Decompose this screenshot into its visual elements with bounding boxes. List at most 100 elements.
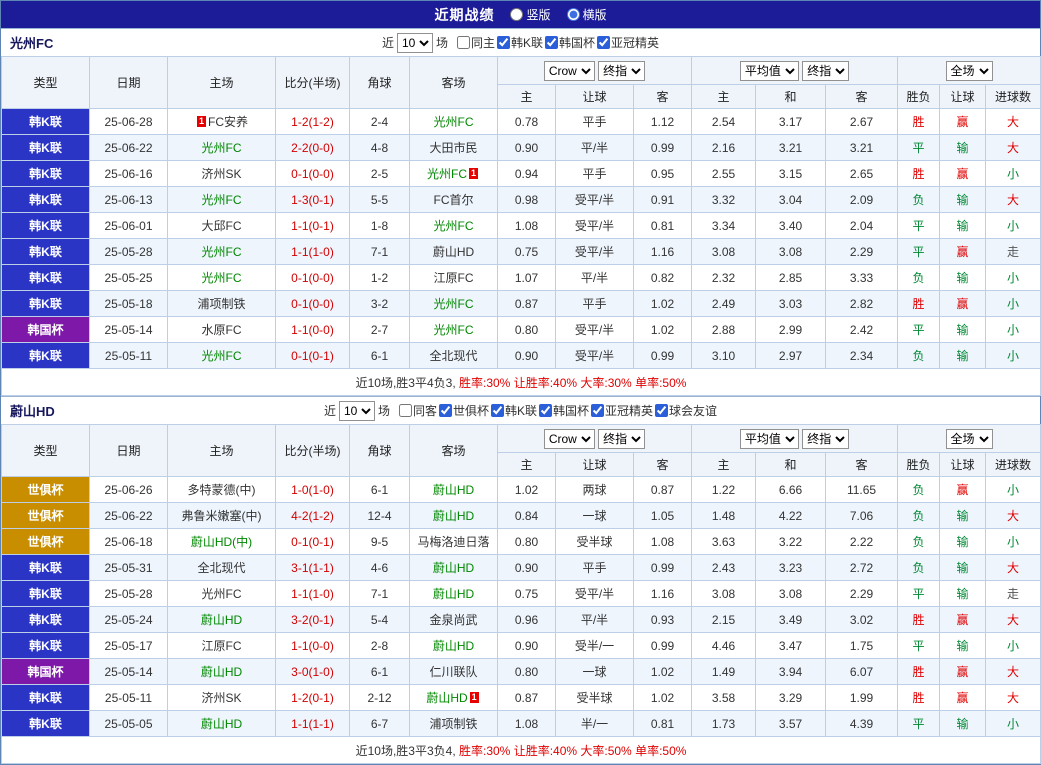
- away-team: FC首尔: [410, 187, 498, 213]
- avg-home: 1.73: [692, 711, 756, 737]
- odds-home: 1.08: [498, 213, 556, 239]
- competition-badge: 韩K联: [2, 187, 90, 213]
- match-date: 25-06-01: [90, 213, 168, 239]
- bookmaker-select[interactable]: Crow: [544, 61, 595, 81]
- filter-checkbox[interactable]: 世俱杯: [439, 402, 489, 419]
- score: 0-1(0-0): [276, 161, 350, 187]
- avg-home: 2.43: [692, 555, 756, 581]
- filter-checkbox[interactable]: 同客: [399, 402, 437, 419]
- subcol-result: 胜负: [898, 85, 940, 109]
- filter-checkbox-label: 亚冠精英: [611, 34, 659, 51]
- avg-time-select[interactable]: 终指: [802, 429, 849, 449]
- competition-badge: 韩国杯: [2, 659, 90, 685]
- corners: 7-1: [350, 239, 410, 265]
- recent-results-panel: 近期战绩 竖版 横版 光州FC 近 10 场 同主韩K联韩国杯亚冠精英: [0, 0, 1041, 765]
- filter-checkbox-input[interactable]: [491, 404, 504, 417]
- average-select[interactable]: 平均值: [740, 429, 799, 449]
- filter-checkbox-input[interactable]: [545, 36, 558, 49]
- filter-checkbox[interactable]: 韩K联: [497, 34, 543, 51]
- filter-checkbox-label: 亚冠精英: [605, 402, 653, 419]
- odds-away: 0.99: [634, 135, 692, 161]
- odds-home: 0.80: [498, 659, 556, 685]
- subcol-odds-home: 主: [498, 453, 556, 477]
- scope-select[interactable]: 全场: [946, 429, 993, 449]
- filter-checkbox[interactable]: 球会友谊: [655, 402, 717, 419]
- odds-handicap: 受半球: [556, 685, 634, 711]
- horizontal-view-radio[interactable]: [567, 8, 580, 21]
- average-select[interactable]: 平均值: [740, 61, 799, 81]
- score: 4-2(1-2): [276, 503, 350, 529]
- filter-checkbox-input[interactable]: [497, 36, 510, 49]
- team-label: 大田市民: [429, 141, 477, 155]
- away-team: 大田市民: [410, 135, 498, 161]
- away-team: 蔚山HD: [410, 239, 498, 265]
- odds-time-select[interactable]: 终指: [598, 61, 645, 81]
- avg-away: 2.04: [826, 213, 898, 239]
- avg-home: 2.32: [692, 265, 756, 291]
- result-handicap: 输: [940, 581, 986, 607]
- team-label: 光州FC: [434, 115, 474, 129]
- result-outcome: 负: [898, 477, 940, 503]
- match-date: 25-06-13: [90, 187, 168, 213]
- score: 1-1(1-1): [276, 711, 350, 737]
- filter-checkbox-input[interactable]: [439, 404, 452, 417]
- league-filter-checkboxes: 同主韩K联韩国杯亚冠精英: [457, 34, 659, 51]
- filter-checkbox[interactable]: 亚冠精英: [597, 34, 659, 51]
- score: 1-2(1-2): [276, 109, 350, 135]
- avg-draw: 3.47: [756, 633, 826, 659]
- scope-select[interactable]: 全场: [946, 61, 993, 81]
- summary-segment: 让胜率:40%: [514, 744, 581, 758]
- avg-away: 2.34: [826, 343, 898, 369]
- odds-away: 1.16: [634, 239, 692, 265]
- filter-checkbox[interactable]: 韩K联: [491, 402, 537, 419]
- score: 0-1(0-0): [276, 291, 350, 317]
- filter-checkbox-input[interactable]: [597, 36, 610, 49]
- avg-home: 4.46: [692, 633, 756, 659]
- red-card-badge: 1: [470, 692, 479, 703]
- view-option-vertical[interactable]: 竖版: [510, 6, 550, 23]
- scope-group-header: 全场: [898, 57, 1041, 85]
- team-label: 全北现代: [429, 349, 477, 363]
- view-option-horizontal[interactable]: 横版: [567, 6, 607, 23]
- vertical-view-radio[interactable]: [510, 8, 523, 21]
- avg-time-select[interactable]: 终指: [802, 61, 849, 81]
- bookmaker-select[interactable]: Crow: [544, 429, 595, 449]
- subcol-avg-draw: 和: [756, 453, 826, 477]
- team-label: 全北现代: [197, 561, 245, 575]
- home-team: 全北现代: [168, 555, 276, 581]
- filter-checkbox[interactable]: 韩国杯: [539, 402, 589, 419]
- filter-checkbox-input[interactable]: [539, 404, 552, 417]
- odds-away: 0.99: [634, 555, 692, 581]
- team-label: 多特蒙德(中): [188, 483, 256, 497]
- filter-checkbox[interactable]: 同主: [457, 34, 495, 51]
- recent-count-select[interactable]: 10: [339, 401, 375, 421]
- result-goals: 大: [986, 109, 1041, 135]
- filter-checkbox-input[interactable]: [457, 36, 470, 49]
- filter-checkbox[interactable]: 亚冠精英: [591, 402, 653, 419]
- avg-away: 6.07: [826, 659, 898, 685]
- filter-checkbox[interactable]: 韩国杯: [545, 34, 595, 51]
- filter-checkbox-input[interactable]: [399, 404, 412, 417]
- score: 3-1(1-1): [276, 555, 350, 581]
- corners: 6-1: [350, 659, 410, 685]
- result-goals: 大: [986, 187, 1041, 213]
- corners: 6-1: [350, 477, 410, 503]
- subcol-goals-result: 进球数: [986, 85, 1041, 109]
- avg-draw: 3.08: [756, 239, 826, 265]
- odds-time-select[interactable]: 终指: [598, 429, 645, 449]
- avg-away: 2.65: [826, 161, 898, 187]
- odds-away: 0.82: [634, 265, 692, 291]
- filter-checkbox-input[interactable]: [655, 404, 668, 417]
- team-label: 光州FC: [202, 141, 242, 155]
- score: 1-1(1-0): [276, 239, 350, 265]
- match-date: 25-06-22: [90, 503, 168, 529]
- competition-badge: 韩K联: [2, 291, 90, 317]
- result-outcome: 平: [898, 213, 940, 239]
- filter-checkbox-input[interactable]: [591, 404, 604, 417]
- avg-away: 3.21: [826, 135, 898, 161]
- away-team: 光州FC: [410, 213, 498, 239]
- recent-count-select[interactable]: 10: [397, 33, 433, 53]
- col-header-home: 主场: [168, 425, 276, 477]
- corners: 3-2: [350, 291, 410, 317]
- result-goals: 大: [986, 503, 1041, 529]
